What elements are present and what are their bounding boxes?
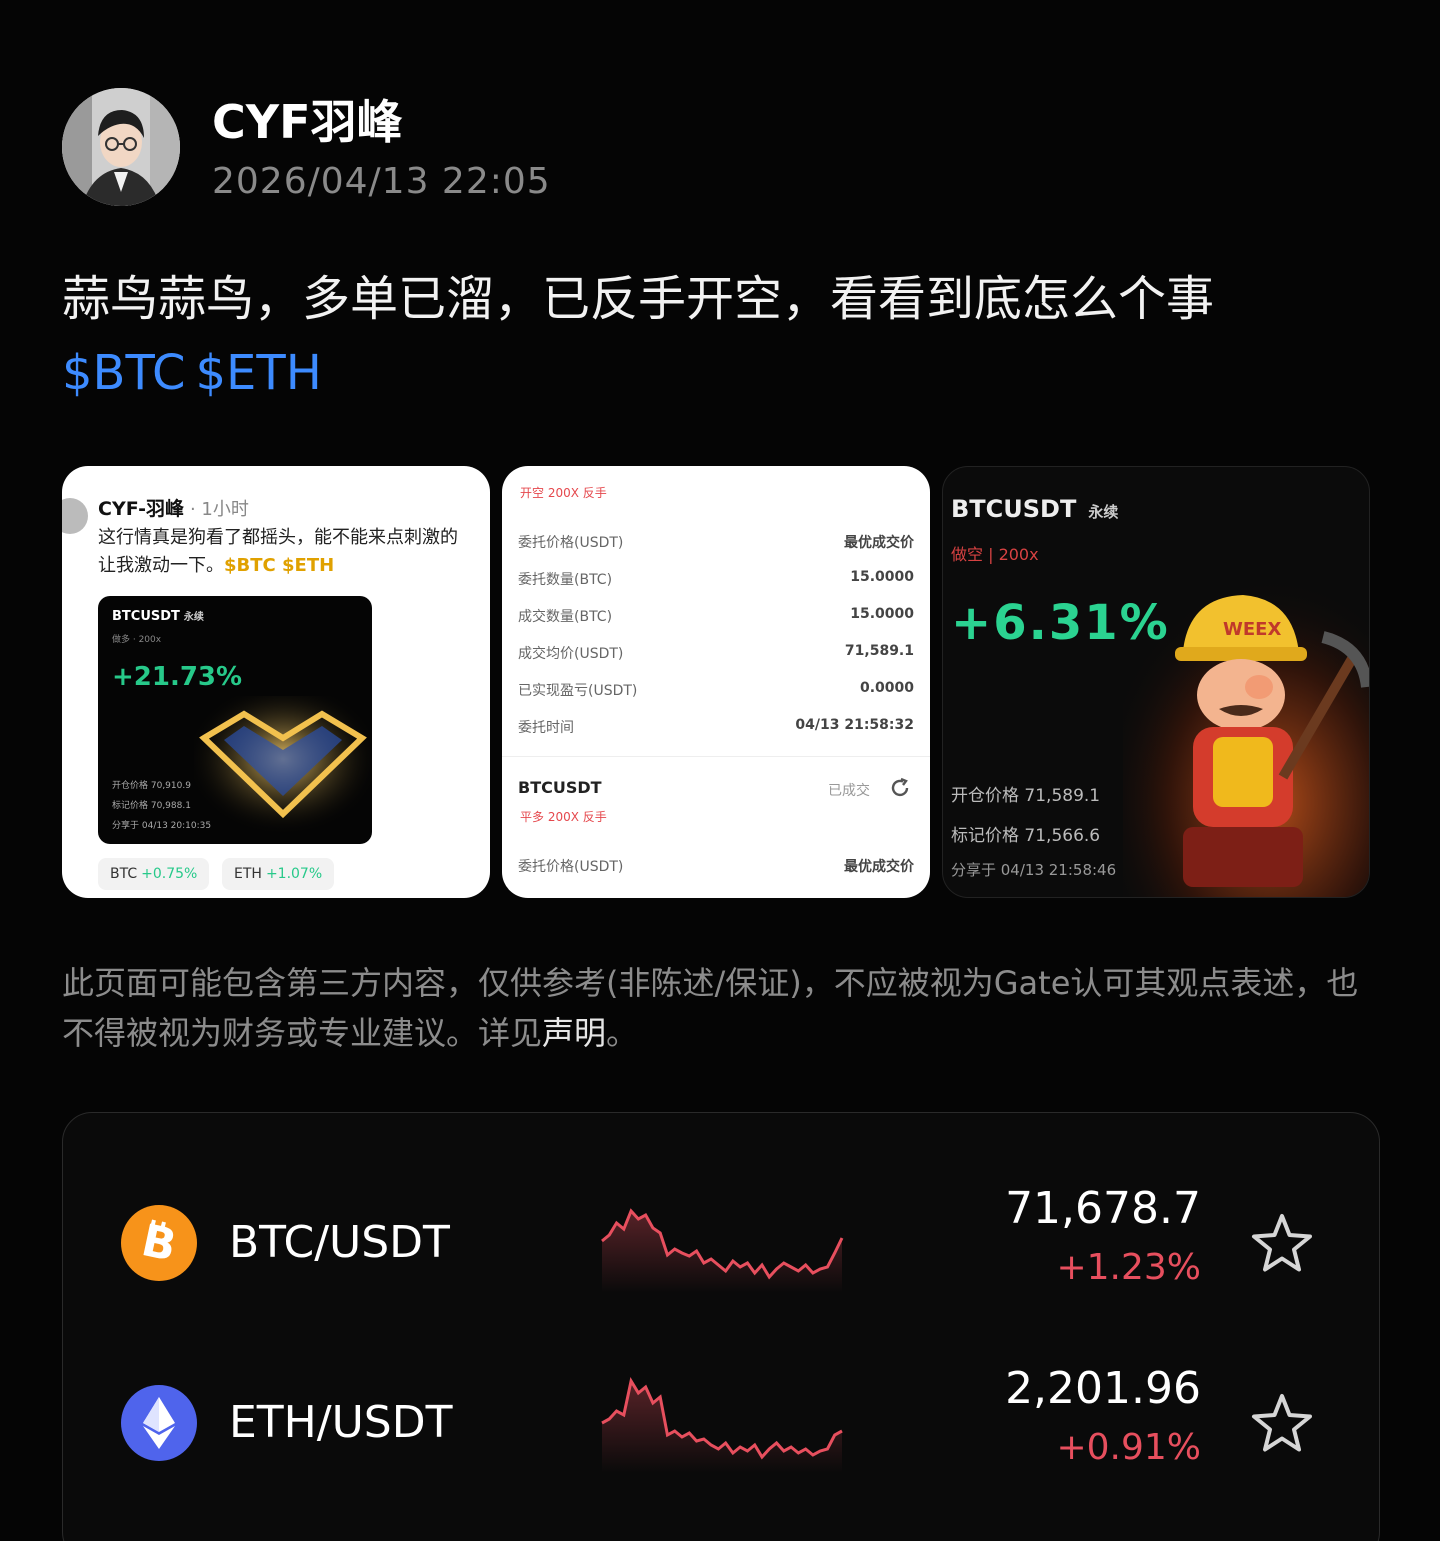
pnl-card-open-price: 开仓价格 70,910.9 [112,781,191,791]
order-row: 成交均价(USDT) 71,589.1 [518,643,914,662]
pnl-card-mark-price: 标记价格 70,988.1 [112,801,191,811]
chip-btc: BTC +0.75% [98,858,210,890]
post-image-1[interactable]: CYF-羽峰 · 1小时 这行情真是狗看了都摇头，能不能来点刺激的 让我激动一下。… [62,466,490,898]
post-image-3[interactable]: WEEX BTCUSDT 永续 做空 | 200x +6.31% 开仓价格 71,… [942,466,1370,898]
chip-eth: ETH +1.07% [222,858,335,890]
star-icon[interactable] [1249,1391,1315,1457]
order2-labels: 平多 200X 反手 [520,810,607,824]
pnl-percent: +6.31% [951,595,1170,651]
image1-header: CYF-羽峰 · 1小时 [98,494,249,521]
pnl-card-title: BTCUSDT [112,609,180,624]
pnl-shared-time: 分享于 04/13 21:58:46 [951,861,1117,879]
disclaimer-link[interactable]: 声明 [542,1014,606,1052]
order2-status: 已成交 [828,783,870,799]
author-avatar[interactable] [62,88,180,206]
order-row: 已实现盈亏(USDT) 0.0000 [518,680,914,699]
price-change: +1.23% [1056,1247,1201,1288]
order-row: 委托价格(USDT) 最优成交价 [518,535,914,551]
ethereum-icon [121,1385,197,1461]
order2-title: BTCUSDT [518,778,602,797]
image1-text: 这行情真是狗看了都摇头，能不能来点刺激的 让我激动一下。$BTC $ETH [98,524,490,580]
tag-eth[interactable]: $ETH [196,345,322,401]
pnl-position: 做空 | 200x [951,545,1039,564]
market-row-btc[interactable]: B BTC/USDT 71,678.7 +1.23% [63,1155,1381,1335]
svg-text:B: B [137,1218,180,1268]
pnl-open-price: 开仓价格 71,589.1 [951,786,1101,806]
image1-line1: 这行情真是狗看了都摇头，能不能来点刺激的 [98,527,458,548]
market-card: B BTC/USDT 71,678.7 +1.23% ETH/USDT 2,20… [62,1112,1380,1541]
order1-labels: 开空 200X 反手 [520,486,607,500]
pnl-card-position: 做多 · 200x [112,635,162,645]
post-text: 蒜鸟蒜鸟，多单已溜，已反手开空，看看到底怎么个事 [62,271,1215,327]
order-row: 委托时间 04/13 21:58:32 [518,717,914,736]
trophy-graphic [194,696,372,836]
disclaimer: 此页面可能包含第三方内容，仅供参考(非陈述/保证)，不应被视为Gate认可其观点… [62,958,1382,1058]
pnl-card-shared-time: 分享于 04/13 20:10:35 [112,821,212,831]
pair-name[interactable]: ETH/USDT [229,1397,452,1448]
price-change: +0.91% [1056,1427,1201,1468]
sparkline-area [602,1211,842,1293]
price: 2,201.96 [1005,1363,1201,1414]
post-tags: $BTC $ETH [62,336,1382,410]
pnl-title: BTCUSDT 永续 [951,495,1119,523]
post-images: CYF-羽峰 · 1小时 这行情真是狗看了都摇头，能不能来点刺激的 让我激动一下。… [62,466,1380,898]
bitcoin-icon: B [121,1205,197,1281]
avatar-thumbnail [62,498,88,534]
pair-name[interactable]: BTC/USDT [229,1217,450,1268]
pnl-mark-price: 标记价格 71,566.6 [951,826,1101,846]
refresh-icon [891,777,909,797]
post-image-2[interactable]: 开空 200X 反手 委托价格(USDT) 最优成交价 委托数量(BTC) 15.0… [502,466,930,898]
market-row-eth[interactable]: ETH/USDT 2,201.96 +0.91% [63,1335,1381,1515]
order-row: 成交数量(BTC) 15.0000 [518,606,914,625]
post-body: 蒜鸟蒜鸟，多单已溜，已反手开空，看看到底怎么个事 $BTC $ETH [62,262,1382,410]
post-timestamp: 2026/04/13 22:05 [212,160,551,202]
tag-btc[interactable]: $BTC [62,345,186,401]
image1-tags: $BTC $ETH [224,555,335,576]
image1-author: CYF-羽峰 [98,498,184,520]
eth-sparkline [601,1376,843,1473]
image1-pnl-card: BTCUSDT 永续 做多 · 200x +21.73% 开仓价格 70,910.… [98,596,372,844]
post-header: CYF羽峰 2026/04/13 22:05 [62,88,551,206]
pnl-card-percent: +21.73% [112,662,243,692]
pnl-card-subtitle: 永续 [183,612,204,623]
disclaimer-end: 。 [606,1014,639,1052]
image1-age: · 1小时 [189,499,249,520]
disclaimer-text: 此页面可能包含第三方内容，仅供参考(非陈述/保证)，不应被视为Gate认可其观点… [62,964,1359,1052]
helmet-badge: WEEX [1223,619,1281,640]
image1-line2: 让我激动一下。 [98,555,224,576]
star-icon[interactable] [1249,1211,1315,1277]
order-row: 委托数量(BTC) 15.0000 [518,569,914,588]
order-row: 委托价格(USDT) 最优成交价 [518,859,914,875]
price: 71,678.7 [1005,1183,1201,1234]
divider [502,756,930,757]
btc-sparkline [601,1208,844,1293]
author-name[interactable]: CYF羽峰 [212,93,551,151]
